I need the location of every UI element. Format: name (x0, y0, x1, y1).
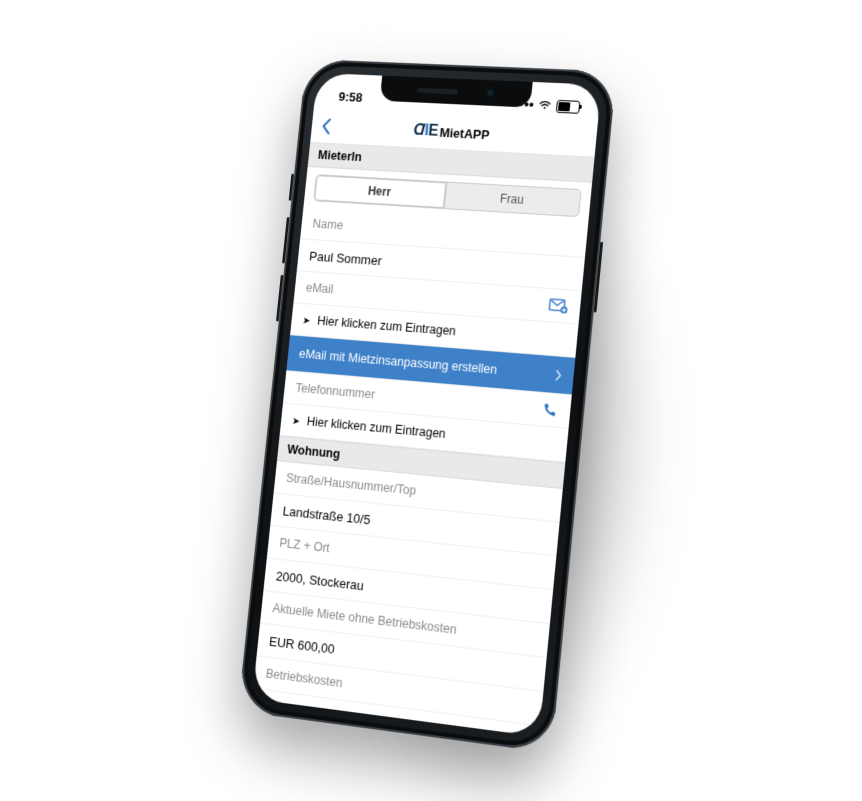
operating-costs-value: EUR 110,00 (262, 699, 328, 723)
app-title: ⱭIE MietAPP (413, 122, 491, 143)
operating-costs-label: Betriebskosten (253, 656, 543, 726)
wifi-icon (538, 100, 552, 111)
add-email-icon[interactable] (548, 298, 569, 315)
create-email-label: eMail mit Mietzinsanpassung erstellen (298, 347, 497, 377)
email-hint-label: Hier klicken zum Eintragen (316, 314, 456, 338)
battery-icon (556, 99, 581, 113)
street-value: Landstraße 10/5 (282, 503, 371, 527)
chevron-right-icon (555, 369, 562, 381)
form-content: MieterIn Herr Frau Name Paul Sommer eMai… (252, 142, 595, 737)
app-logo-icon: ⱭIE (413, 122, 439, 141)
chevron-left-icon (320, 117, 332, 135)
back-button[interactable] (320, 117, 332, 135)
current-rent-value: EUR 600,00 (269, 633, 336, 656)
segment-frau[interactable]: Frau (444, 183, 580, 217)
app-name-label: MietAPP (439, 125, 490, 142)
segment-herr[interactable]: Herr (314, 175, 447, 208)
phone-mockup: 9:58 (238, 59, 617, 753)
status-time: 9:58 (333, 81, 365, 104)
pointer-icon: ➤ (292, 416, 301, 427)
operating-costs-field[interactable]: EUR 110,00 (252, 689, 540, 737)
phone-icon[interactable] (541, 401, 559, 420)
name-value: Paul Sommer (309, 248, 383, 268)
plz-value: 2000, Stockerau (275, 568, 364, 593)
pointer-icon: ➤ (302, 316, 311, 327)
phone-hint-label: Hier klicken zum Eintragen (306, 414, 446, 441)
